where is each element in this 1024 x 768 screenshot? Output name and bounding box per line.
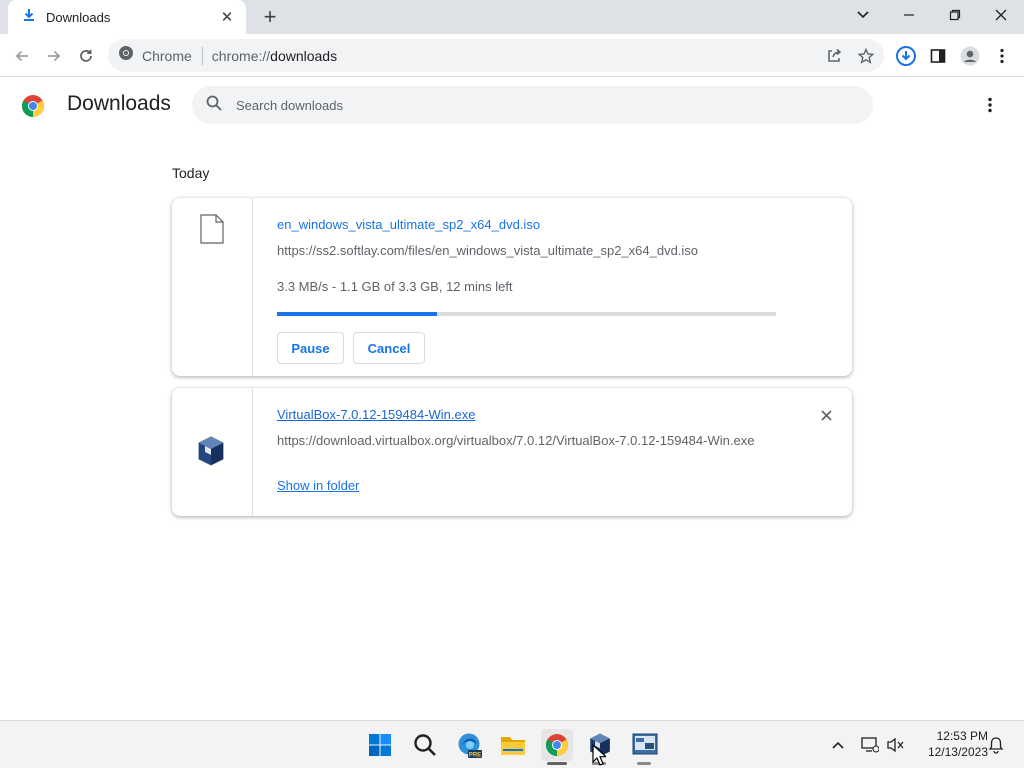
tab-strip: Downloads ✕ + [0, 0, 1024, 34]
address-bar[interactable]: Chrome chrome://downloads [108, 39, 884, 72]
file-url[interactable]: https://download.virtualbox.org/virtualb… [277, 433, 754, 448]
date-section-heading: Today [172, 165, 210, 181]
download-icon-column [172, 388, 253, 516]
restore-button[interactable] [932, 0, 978, 30]
pause-button[interactable]: Pause [277, 332, 344, 364]
search-icon[interactable] [409, 729, 441, 761]
file-url[interactable]: https://ss2.softlay.com/files/en_windows… [277, 243, 698, 258]
download-icon-column [172, 198, 253, 376]
download-item: VirtualBox-7.0.12-159484-Win.exe https:/… [172, 388, 852, 516]
generic-file-icon [200, 214, 224, 249]
download-icon [22, 8, 36, 27]
bookmark-star-icon[interactable] [854, 44, 878, 68]
chrome-site-icon[interactable] [118, 45, 134, 66]
back-button[interactable] [10, 44, 34, 68]
chrome-logo-icon [21, 94, 45, 118]
chrome-icon[interactable] [541, 729, 573, 761]
side-panel-icon[interactable] [926, 44, 950, 68]
clock-date: 12/13/2023 [927, 745, 988, 759]
download-item: en_windows_vista_ultimate_sp2_x64_dvd.is… [172, 198, 852, 376]
profile-avatar-icon[interactable] [958, 44, 982, 68]
windows-taskbar: PRE 12:53 PM 12/13/2023 [0, 720, 1024, 768]
search-downloads-box[interactable] [192, 86, 873, 124]
download-progress-fill [277, 312, 437, 316]
mouse-cursor-icon [592, 743, 608, 768]
url-host: downloads [270, 47, 338, 64]
tab-title: Downloads [46, 9, 111, 25]
remove-from-list-icon[interactable] [817, 406, 835, 424]
chrome-menu-icon[interactable] [990, 44, 1014, 68]
download-status: 3.3 MB/s - 1.1 GB of 3.3 GB, 12 mins lef… [277, 279, 513, 294]
omnibox-divider [201, 46, 203, 65]
windows-start-icon[interactable] [364, 729, 396, 761]
chrome-active-indicator [547, 762, 567, 765]
edge-beta-icon[interactable]: PRE [453, 729, 485, 761]
network-icon[interactable] [860, 735, 880, 755]
vista-installer-icon[interactable] [629, 729, 661, 761]
share-icon[interactable] [822, 44, 846, 68]
volume-muted-icon[interactable] [886, 735, 906, 755]
clock-time: 12:53 PM [936, 729, 988, 743]
page-title: Downloads [67, 92, 171, 115]
downloads-toolbar-icon[interactable] [894, 44, 918, 68]
browser-toolbar: Chrome chrome://downloads [0, 34, 1024, 77]
download-progress-bar [277, 312, 776, 316]
show-in-folder-link[interactable]: Show in folder [277, 478, 359, 493]
search-icon [206, 95, 222, 116]
site-chip: Chrome [142, 47, 192, 64]
svg-text:PRE: PRE [469, 753, 481, 759]
close-tab-icon[interactable]: ✕ [218, 8, 236, 26]
chevron-up-icon[interactable] [828, 735, 848, 755]
more-actions-icon[interactable] [978, 93, 1002, 117]
new-tab-button[interactable]: + [258, 6, 282, 28]
tab-search-button[interactable] [840, 0, 886, 30]
virtualbox-icon [197, 435, 225, 472]
search-input[interactable] [236, 97, 796, 113]
forward-button[interactable] [42, 44, 66, 68]
file-name-link[interactable]: VirtualBox-7.0.12-159484-Win.exe [277, 407, 476, 422]
notification-bell-icon[interactable] [986, 735, 1006, 755]
minimize-button[interactable] [886, 0, 932, 30]
system-clock[interactable]: 12:53 PM 12/13/2023 [912, 728, 988, 760]
reload-button[interactable] [74, 44, 98, 68]
file-name-link[interactable]: en_windows_vista_ultimate_sp2_x64_dvd.is… [277, 217, 540, 232]
close-window-button[interactable] [978, 0, 1024, 30]
vista-running-indicator [637, 762, 651, 765]
file-explorer-icon[interactable] [497, 729, 529, 761]
cancel-button[interactable]: Cancel [353, 332, 425, 364]
downloads-header: Downloads [0, 77, 1024, 133]
url-scheme: chrome:// [211, 47, 271, 64]
tab-downloads[interactable]: Downloads ✕ [8, 0, 246, 34]
